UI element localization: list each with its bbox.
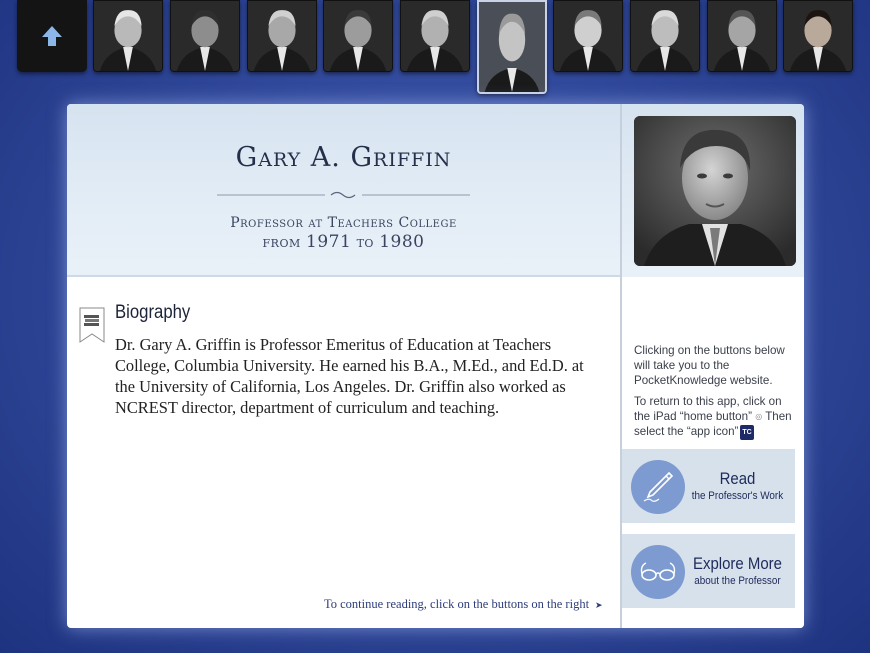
continue-reading-note: To continue reading, click on the button… (324, 597, 603, 612)
professor-portrait-1[interactable] (93, 0, 163, 72)
tenure-end-year: 1980 (379, 232, 425, 252)
home-arrow-icon (42, 26, 62, 46)
professor-portrait-8[interactable] (630, 0, 700, 72)
biography-text: Dr. Gary A. Griffin is Professor Emeritu… (115, 335, 584, 417)
book-stack-icon (79, 307, 105, 343)
portrait-thumbnail-image (479, 2, 545, 92)
pen-nib-icon (643, 471, 674, 502)
ornament-divider (217, 191, 470, 199)
read-button-subtitle: the Professor's Work (691, 490, 784, 502)
professor-portrait-3[interactable] (247, 0, 317, 72)
explore-icon-circle (631, 545, 685, 599)
tc-app-icon: TC (740, 424, 754, 440)
arrow-right-icon: ➤ (595, 600, 603, 610)
tenure-mid: to (356, 233, 374, 251)
home-button-icon: ◎ (755, 412, 763, 422)
professor-portrait (634, 116, 796, 266)
portrait-thumbnail-image (94, 1, 162, 71)
portrait-thumbnail-image (708, 1, 776, 71)
read-work-button[interactable]: Read the Professor's Work (622, 449, 795, 523)
professor-portrait-10[interactable] (783, 0, 853, 72)
read-button-title: Read (719, 469, 756, 488)
profile-header: Gary A. Griffin Professor at Teachers Co… (67, 104, 620, 277)
explore-button-subtitle: about the Professor (694, 575, 781, 587)
tenure-prefix: from (262, 233, 301, 251)
portrait-thumbnail-image (171, 1, 239, 71)
instruction-website: Clicking on the buttons below will take … (634, 344, 785, 387)
action-sidebar: Clicking on the buttons below will take … (620, 277, 804, 628)
portrait-thumbnail-image (784, 1, 852, 71)
biography-heading: Biography (115, 302, 191, 323)
portrait-thumbnail-image (631, 1, 699, 71)
professor-portrait-7[interactable] (553, 0, 623, 72)
tenure-start-year: 1971 (306, 232, 352, 252)
professor-role: Professor at Teachers College (230, 215, 457, 231)
instructions-text: Clicking on the buttons below will take … (634, 343, 800, 440)
professor-name: Gary A. Griffin (235, 142, 452, 173)
portrait-thumbnail-image (248, 1, 316, 71)
professor-portrait-5[interactable] (400, 0, 470, 72)
profile-card: Gary A. Griffin Professor at Teachers Co… (67, 104, 804, 628)
eyeglasses-icon (640, 562, 676, 581)
professor-portrait-2[interactable] (170, 0, 240, 72)
portrait-thumbnail-image (401, 1, 469, 71)
read-icon-circle (631, 460, 685, 514)
portrait-thumbnail-image (324, 1, 392, 71)
portrait-thumbnail-image (554, 1, 622, 71)
instruction-return: To return to this app, click on the iPad… (634, 394, 800, 440)
explore-button-title: Explore More (693, 554, 782, 573)
professor-portrait-9[interactable] (707, 0, 777, 72)
portrait-frame (620, 104, 804, 277)
professor-nav-strip (0, 0, 870, 96)
tenure-years: from 1971 to 1980 (67, 232, 620, 252)
explore-more-button[interactable]: Explore More about the Professor (622, 534, 795, 608)
continue-reading-text: To continue reading, click on the button… (324, 597, 590, 611)
home-button[interactable] (17, 0, 87, 72)
professor-portrait-4[interactable] (323, 0, 393, 72)
professor-portrait-6[interactable] (477, 0, 547, 94)
